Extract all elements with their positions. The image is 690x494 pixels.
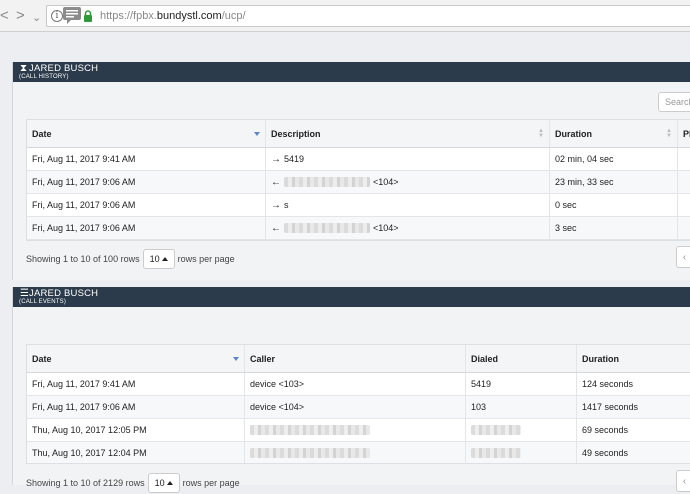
- sort-desc-icon: [233, 357, 239, 361]
- table-row[interactable]: Thu, Aug 10, 2017 12:04 PM 49 seconds: [27, 442, 690, 463]
- caller-cell: device <104>: [245, 396, 466, 418]
- address-bar[interactable]: i https://fpbx.bundystl.com/ucp/: [46, 5, 690, 27]
- duration-cell: 49 seconds: [577, 442, 690, 463]
- table-header: Date Description▲▼ Duration▲▼ Pl: [27, 120, 690, 148]
- column-header-duration[interactable]: Duration ▲ ▼: [550, 120, 678, 147]
- table-row[interactable]: Fri, Aug 11, 2017 9:06 AM ← <104> 3 sec: [27, 217, 690, 240]
- date-cell: Fri, Aug 11, 2017 9:06 AM: [27, 171, 266, 193]
- date-cell: Fri, Aug 11, 2017 9:41 AM: [27, 373, 245, 395]
- redacted-caller: [284, 177, 370, 187]
- date-cell: Fri, Aug 11, 2017 9:06 AM: [27, 217, 266, 239]
- pagination: Showing 1 to 10 of 100 rows 10 rows per …: [26, 248, 235, 270]
- description-cell: → 5419: [266, 148, 550, 170]
- caret-up-icon: [166, 481, 173, 485]
- rows-per-page-label: rows per page: [182, 478, 240, 488]
- table-row[interactable]: Fri, Aug 11, 2017 9:06 AM device <104> 1…: [27, 396, 690, 419]
- sort-desc-icon: [254, 132, 260, 136]
- column-header-dialed[interactable]: Dialed: [466, 345, 577, 372]
- history-dropdown-icon[interactable]: ⌄: [32, 9, 41, 27]
- redacted-dialed: [471, 425, 521, 435]
- incoming-arrow-icon: ←: [271, 222, 281, 234]
- duration-cell: 23 min, 33 sec: [550, 171, 678, 193]
- duration-cell: 124 seconds: [577, 373, 690, 395]
- duration-cell: 1417 seconds: [577, 396, 690, 418]
- pagination-info: Showing 1 to 10 of 100 rows: [26, 254, 140, 264]
- play-cell: [678, 171, 690, 193]
- database-icon: ☰: [20, 288, 29, 299]
- column-header-play[interactable]: Pl: [678, 120, 690, 147]
- widget-subtitle: (CALL EVENTS): [19, 299, 67, 305]
- dialed-cell: [466, 442, 577, 463]
- dialed-cell: 103: [466, 396, 577, 418]
- description-cell: ← <104>: [266, 171, 550, 193]
- widget-subtitle: (CALL HISTORY): [19, 74, 69, 80]
- url-text[interactable]: https://fpbx.bundystl.com/ucp/: [100, 10, 246, 22]
- column-header-duration[interactable]: Duration: [577, 345, 690, 372]
- description-cell: → s: [266, 194, 550, 216]
- widget-title: JARED BUSCH: [29, 63, 99, 74]
- duration-cell: 02 min, 04 sec: [550, 148, 678, 170]
- incoming-arrow-icon: ←: [271, 176, 281, 188]
- chat-icon[interactable]: [62, 6, 82, 25]
- caller-cell: [245, 419, 466, 441]
- previous-page-button[interactable]: ‹: [676, 246, 690, 268]
- redacted-caller: [250, 425, 370, 435]
- hourglass-icon: ⧗: [20, 63, 28, 74]
- table-header: Date Caller Dialed Duration: [27, 345, 690, 373]
- dialed-cell: 5419: [466, 373, 577, 395]
- dialed-cell: [466, 419, 577, 441]
- call-events-widget: ☰ JARED BUSCH (CALL EVENTS) Date Caller …: [12, 287, 690, 493]
- table-row[interactable]: Fri, Aug 11, 2017 9:06 AM → s 0 sec: [27, 194, 690, 217]
- back-button[interactable]: <: [0, 7, 9, 25]
- table-row[interactable]: Fri, Aug 11, 2017 9:06 AM ← <104> 23 min,…: [27, 171, 690, 194]
- rows-per-page-label: rows per page: [177, 254, 235, 264]
- redacted-dialed: [471, 448, 521, 458]
- search-input[interactable]: Search: [658, 92, 690, 112]
- date-cell: Thu, Aug 10, 2017 12:04 PM: [27, 442, 245, 463]
- lock-icon: [84, 10, 92, 22]
- column-header-date[interactable]: Date: [27, 120, 266, 147]
- table-row[interactable]: Fri, Aug 11, 2017 9:41 AM → 5419 02 min, …: [27, 148, 690, 171]
- caret-up-icon: [161, 257, 168, 261]
- column-header-description[interactable]: Description ▲ ▼: [266, 120, 550, 147]
- sort-icon: ▲ ▼: [666, 128, 672, 139]
- column-header-caller[interactable]: Caller: [245, 345, 466, 372]
- date-cell: Thu, Aug 10, 2017 12:05 PM: [27, 419, 245, 441]
- outgoing-arrow-icon: →: [271, 199, 281, 211]
- table-row[interactable]: Thu, Aug 10, 2017 12:05 PM 69 seconds: [27, 419, 690, 442]
- redacted-caller: [284, 223, 370, 233]
- forward-button[interactable]: >: [16, 7, 25, 25]
- rows-per-page-dropdown[interactable]: 10: [142, 249, 175, 269]
- play-cell: [678, 148, 690, 170]
- widget-header[interactable]: ☰ JARED BUSCH (CALL EVENTS): [13, 287, 690, 307]
- widget-header[interactable]: ⧗ JARED BUSCH (CALL HISTORY): [13, 62, 690, 82]
- play-cell: [678, 217, 690, 239]
- date-cell: Fri, Aug 11, 2017 9:41 AM: [27, 148, 266, 170]
- pagination-info: Showing 1 to 10 of 2129 rows: [26, 478, 145, 488]
- date-cell: Fri, Aug 11, 2017 9:06 AM: [27, 194, 266, 216]
- column-header-date[interactable]: Date: [27, 345, 245, 372]
- sort-icon: ▲ ▼: [538, 128, 544, 139]
- duration-cell: 0 sec: [550, 194, 678, 216]
- duration-cell: 69 seconds: [577, 419, 690, 441]
- pagination: Showing 1 to 10 of 2129 rows 10 rows per…: [26, 472, 240, 494]
- widget-title: JARED BUSCH: [29, 288, 99, 299]
- duration-cell: 3 sec: [550, 217, 678, 239]
- previous-page-button[interactable]: ‹: [676, 470, 690, 492]
- caller-cell: device <103>: [245, 373, 466, 395]
- outgoing-arrow-icon: →: [271, 153, 281, 165]
- rows-per-page-dropdown[interactable]: 10: [147, 473, 180, 493]
- call-events-table: Date Caller Dialed Duration Fri, Aug 11,…: [26, 344, 690, 464]
- table-row[interactable]: Fri, Aug 11, 2017 9:41 AM device <103> 5…: [27, 373, 690, 396]
- call-history-table: Date Description▲▼ Duration▲▼ Pl Fri, Au…: [26, 119, 690, 241]
- call-history-widget: ⧗ JARED BUSCH (CALL HISTORY) Search Date…: [12, 62, 690, 280]
- play-cell: [678, 194, 690, 216]
- caller-cell: [245, 442, 466, 463]
- browser-toolbar: < > ⌄ i https://fpbx.bundystl.com/ucp/: [0, 0, 690, 32]
- date-cell: Fri, Aug 11, 2017 9:06 AM: [27, 396, 245, 418]
- description-cell: ← <104>: [266, 217, 550, 239]
- redacted-caller: [250, 448, 370, 458]
